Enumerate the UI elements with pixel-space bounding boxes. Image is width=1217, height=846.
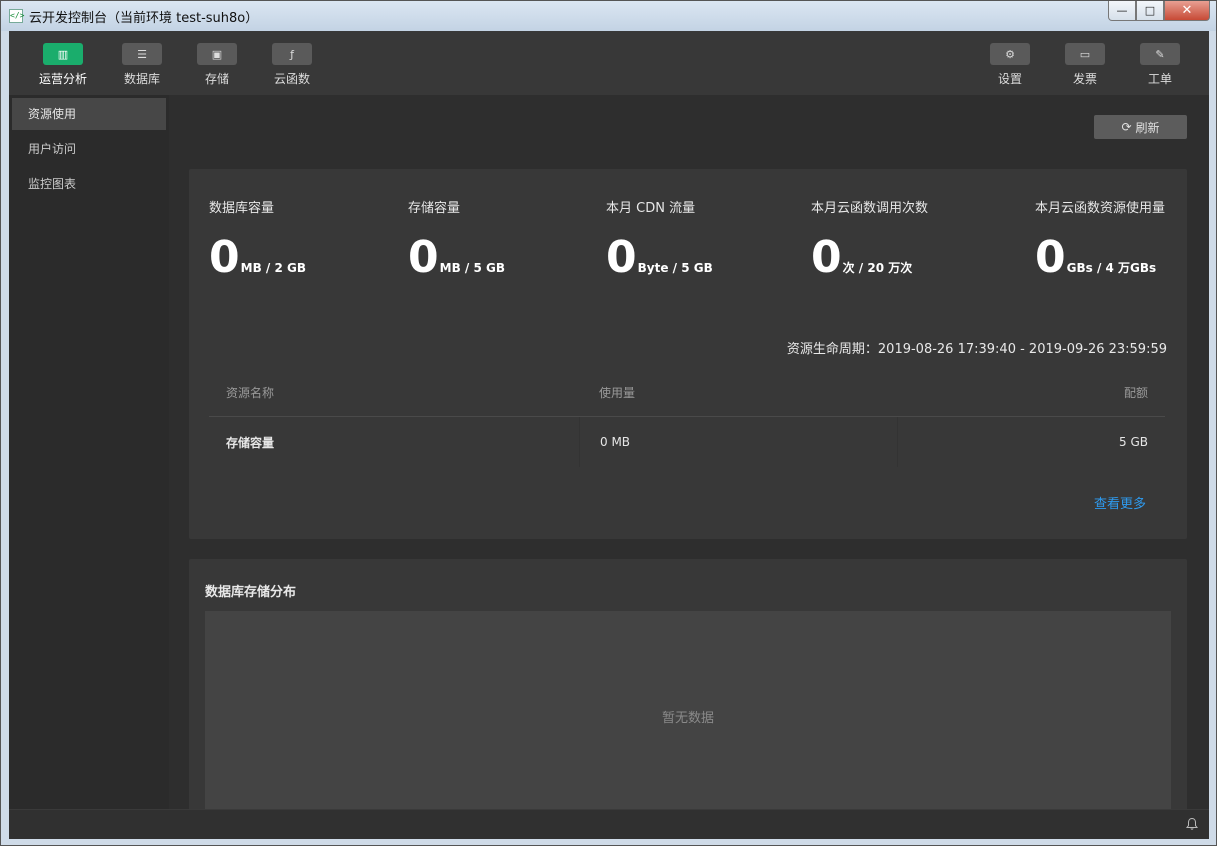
window-controls: — □ ✕ — [1108, 1, 1210, 21]
nav-settings[interactable]: ⚙ 设置 — [980, 43, 1040, 87]
sidebar-item-user-access[interactable]: 用户访问 — [12, 133, 166, 165]
refresh-icon: ⟳ — [1121, 120, 1132, 134]
stat-value: 0 — [811, 232, 842, 283]
view-more-link[interactable]: 查看更多 — [1094, 493, 1146, 512]
main-content: ⟳ 刷新 数据库容量 0 MB / 2 GB 存储容量 0 MB / 5 GB — [169, 95, 1209, 809]
header-quota: 配额 — [1123, 386, 1148, 400]
nav-label: 云函数 — [273, 72, 310, 86]
stat-value: 0 — [408, 232, 439, 283]
sidebar: 资源使用 用户访问 监控图表 — [9, 95, 169, 809]
refresh-button[interactable]: ⟳ 刷新 — [1094, 115, 1187, 139]
stat-value: 0 — [606, 232, 637, 283]
nav-database[interactable]: ☰ 数据库 — [112, 43, 172, 87]
nav-cloud-functions[interactable]: ƒ 云函数 — [262, 43, 322, 87]
stat-value-group: 0 Byte / 5 GB — [606, 236, 713, 280]
app-window: </> 云开发控制台（当前环境 test-suh8o） — □ ✕ ▥ 运营分析… — [0, 0, 1217, 846]
cell-quota: 5 GB — [897, 417, 1165, 467]
stat-value-group: 0 GBs / 4 万GBs — [1035, 236, 1165, 280]
db-distribution-title: 数据库存储分布 — [205, 585, 297, 600]
refresh-label: 刷新 — [1135, 120, 1160, 135]
stat-unit: GBs / 4 万GBs — [1066, 261, 1157, 275]
nav-label: 运营分析 — [38, 72, 87, 86]
top-navigation: ▥ 运营分析 ☰ 数据库 ▣ 存储 ƒ 云函数 ⚙ 设置 ▭ 发票 ✎ 工单 — [9, 31, 1209, 95]
gear-icon: ⚙ — [990, 43, 1030, 65]
stat-value-group: 0 次 / 20 万次 — [811, 236, 928, 280]
window-title: 云开发控制台（当前环境 test-suh8o） — [29, 11, 259, 26]
nav-storage[interactable]: ▣ 存储 — [187, 43, 247, 87]
app-logo-icon: </> — [9, 9, 24, 23]
resource-table: 资源名称 使用量 配额 存储容量 0 MB 5 GB — [209, 369, 1165, 467]
stat-value-group: 0 MB / 2 GB — [209, 236, 306, 280]
cell-usage: 0 MB — [579, 417, 897, 467]
nav-label: 数据库 — [123, 72, 160, 86]
stat-cdn-traffic: 本月 CDN 流量 0 Byte / 5 GB — [606, 197, 713, 280]
stat-function-calls: 本月云函数调用次数 0 次 / 20 万次 — [811, 197, 928, 280]
header-resource-name: 资源名称 — [226, 386, 275, 400]
stat-label: 本月云函数调用次数 — [811, 201, 929, 216]
cell-resource-name: 存储容量 — [226, 435, 275, 450]
function-icon: ƒ — [272, 43, 312, 65]
bell-icon[interactable] — [1185, 817, 1199, 831]
stat-label: 数据库容量 — [209, 201, 275, 216]
stat-unit: 次 / 20 万次 — [842, 261, 913, 275]
status-bar — [9, 809, 1209, 839]
stat-value: 0 — [1035, 232, 1066, 283]
ticket-icon: ✎ — [1140, 43, 1180, 65]
database-icon: ☰ — [122, 43, 162, 65]
nav-ticket[interactable]: ✎ 工单 — [1130, 43, 1190, 87]
bar-chart-icon: ▥ — [43, 43, 83, 65]
minimize-button[interactable]: — — [1108, 1, 1136, 21]
title-bar[interactable]: </> 云开发控制台（当前环境 test-suh8o） — □ ✕ — [1, 1, 1216, 31]
sidebar-item-monitor-charts[interactable]: 监控图表 — [12, 168, 166, 200]
floppy-icon: ▣ — [197, 43, 237, 65]
db-distribution-card: 数据库存储分布 暂无数据 — [189, 559, 1187, 809]
resource-lifecycle: 资源生命周期：2019-08-26 17:39:40 - 2019-09-26 … — [786, 342, 1167, 357]
table-row: 存储容量 0 MB 5 GB — [209, 417, 1165, 467]
stat-storage-capacity: 存储容量 0 MB / 5 GB — [408, 197, 505, 280]
stat-db-capacity: 数据库容量 0 MB / 2 GB — [209, 197, 306, 280]
stat-label: 本月云函数资源使用量 — [1035, 201, 1166, 216]
stat-unit: MB / 5 GB — [439, 261, 505, 275]
maximize-button[interactable]: □ — [1136, 1, 1164, 21]
stat-unit: Byte / 5 GB — [637, 261, 713, 275]
sidebar-item-resource-usage[interactable]: 资源使用 — [12, 98, 166, 130]
nav-invoice[interactable]: ▭ 发票 — [1055, 43, 1115, 87]
stat-label: 本月 CDN 流量 — [606, 201, 696, 216]
nav-label: 工单 — [1147, 72, 1172, 86]
resource-usage-card: 数据库容量 0 MB / 2 GB 存储容量 0 MB / 5 GB 本月 CD… — [189, 169, 1187, 539]
console-app: ▥ 运营分析 ☰ 数据库 ▣ 存储 ƒ 云函数 ⚙ 设置 ▭ 发票 ✎ 工单 资… — [9, 31, 1209, 839]
nav-label: 存储 — [204, 72, 229, 86]
invoice-icon: ▭ — [1065, 43, 1105, 65]
header-usage: 使用量 — [599, 386, 636, 400]
chart-placeholder: 暂无数据 — [205, 611, 1171, 809]
stat-label: 存储容量 — [408, 201, 461, 216]
empty-state-text: 暂无数据 — [661, 711, 714, 726]
nav-label: 设置 — [997, 72, 1022, 86]
stat-value-group: 0 MB / 5 GB — [408, 236, 505, 280]
stat-value: 0 — [209, 232, 240, 283]
table-header: 资源名称 使用量 配额 — [209, 369, 1165, 417]
nav-label: 发票 — [1072, 72, 1097, 86]
stat-unit: MB / 2 GB — [240, 261, 306, 275]
stat-function-resource: 本月云函数资源使用量 0 GBs / 4 万GBs — [1035, 197, 1165, 280]
nav-analytics[interactable]: ▥ 运营分析 — [33, 43, 93, 87]
close-button[interactable]: ✕ — [1164, 1, 1210, 21]
